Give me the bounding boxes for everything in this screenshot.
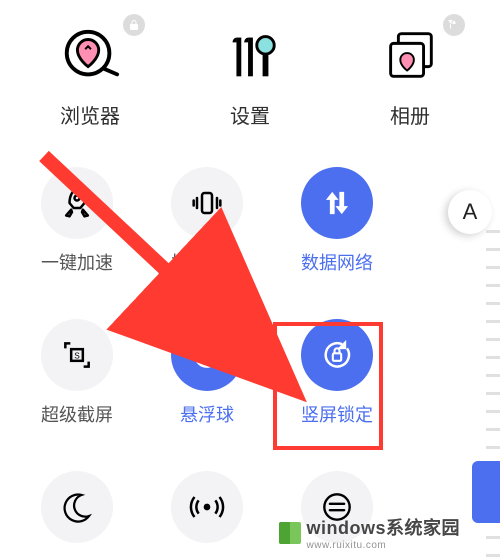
watermark-sub: www.ruixitu.com — [307, 540, 461, 551]
floatball-toggle[interactable]: 悬浮球 — [142, 319, 272, 449]
lock-icon — [123, 14, 145, 36]
quick-toggles-grid: 一键加速 振动模式 数据网络 S 超级截屏 悬浮球 — [0, 167, 500, 559]
watermark: windows系统家园 www.ruixitu.com — [279, 514, 461, 551]
boost-toggle[interactable]: 一键加速 — [12, 167, 142, 297]
moon-icon — [41, 471, 113, 543]
watermark-main: windows系统家园 — [307, 514, 461, 540]
gallery-label: 相册 — [390, 100, 430, 129]
gallery-app[interactable]: 相册 — [335, 20, 485, 129]
svg-text:S: S — [74, 350, 80, 360]
app-shortcuts-row: 浏览器 设置 相册 — [0, 0, 500, 137]
lock-icon — [443, 14, 465, 36]
vibrate-icon — [171, 167, 243, 239]
assistive-a-button[interactable]: A — [448, 190, 492, 234]
gallery-icon — [375, 20, 445, 90]
vibrate-label: 振动模式 — [171, 249, 243, 275]
browser-label: 浏览器 — [60, 100, 120, 129]
settings-label: 设置 — [230, 100, 270, 129]
screenshot-label: 超级截屏 — [41, 401, 113, 427]
annotate-highlight-box — [273, 322, 383, 450]
settings-app[interactable]: 设置 — [175, 20, 325, 129]
assistive-a-label: A — [463, 199, 478, 225]
rocket-icon — [41, 167, 113, 239]
watermark-logo-icon — [279, 522, 301, 544]
data-arrows-icon — [301, 167, 373, 239]
browser-icon — [55, 20, 125, 90]
floatball-label: 悬浮球 — [180, 401, 234, 427]
browser-app[interactable]: 浏览器 — [15, 20, 165, 129]
screenshot-toggle[interactable]: S 超级截屏 — [12, 319, 142, 449]
settings-icon — [215, 20, 285, 90]
hotspot-icon — [171, 471, 243, 543]
target-icon — [171, 319, 243, 391]
side-tab[interactable] — [472, 461, 500, 523]
data-label: 数据网络 — [301, 249, 373, 275]
screenshot-icon: S — [41, 319, 113, 391]
night-toggle[interactable] — [12, 471, 142, 559]
vibrate-toggle[interactable]: 振动模式 — [142, 167, 272, 297]
data-toggle[interactable]: 数据网络 — [272, 167, 402, 297]
hotspot-toggle[interactable] — [142, 471, 272, 559]
boost-label: 一键加速 — [41, 249, 113, 275]
